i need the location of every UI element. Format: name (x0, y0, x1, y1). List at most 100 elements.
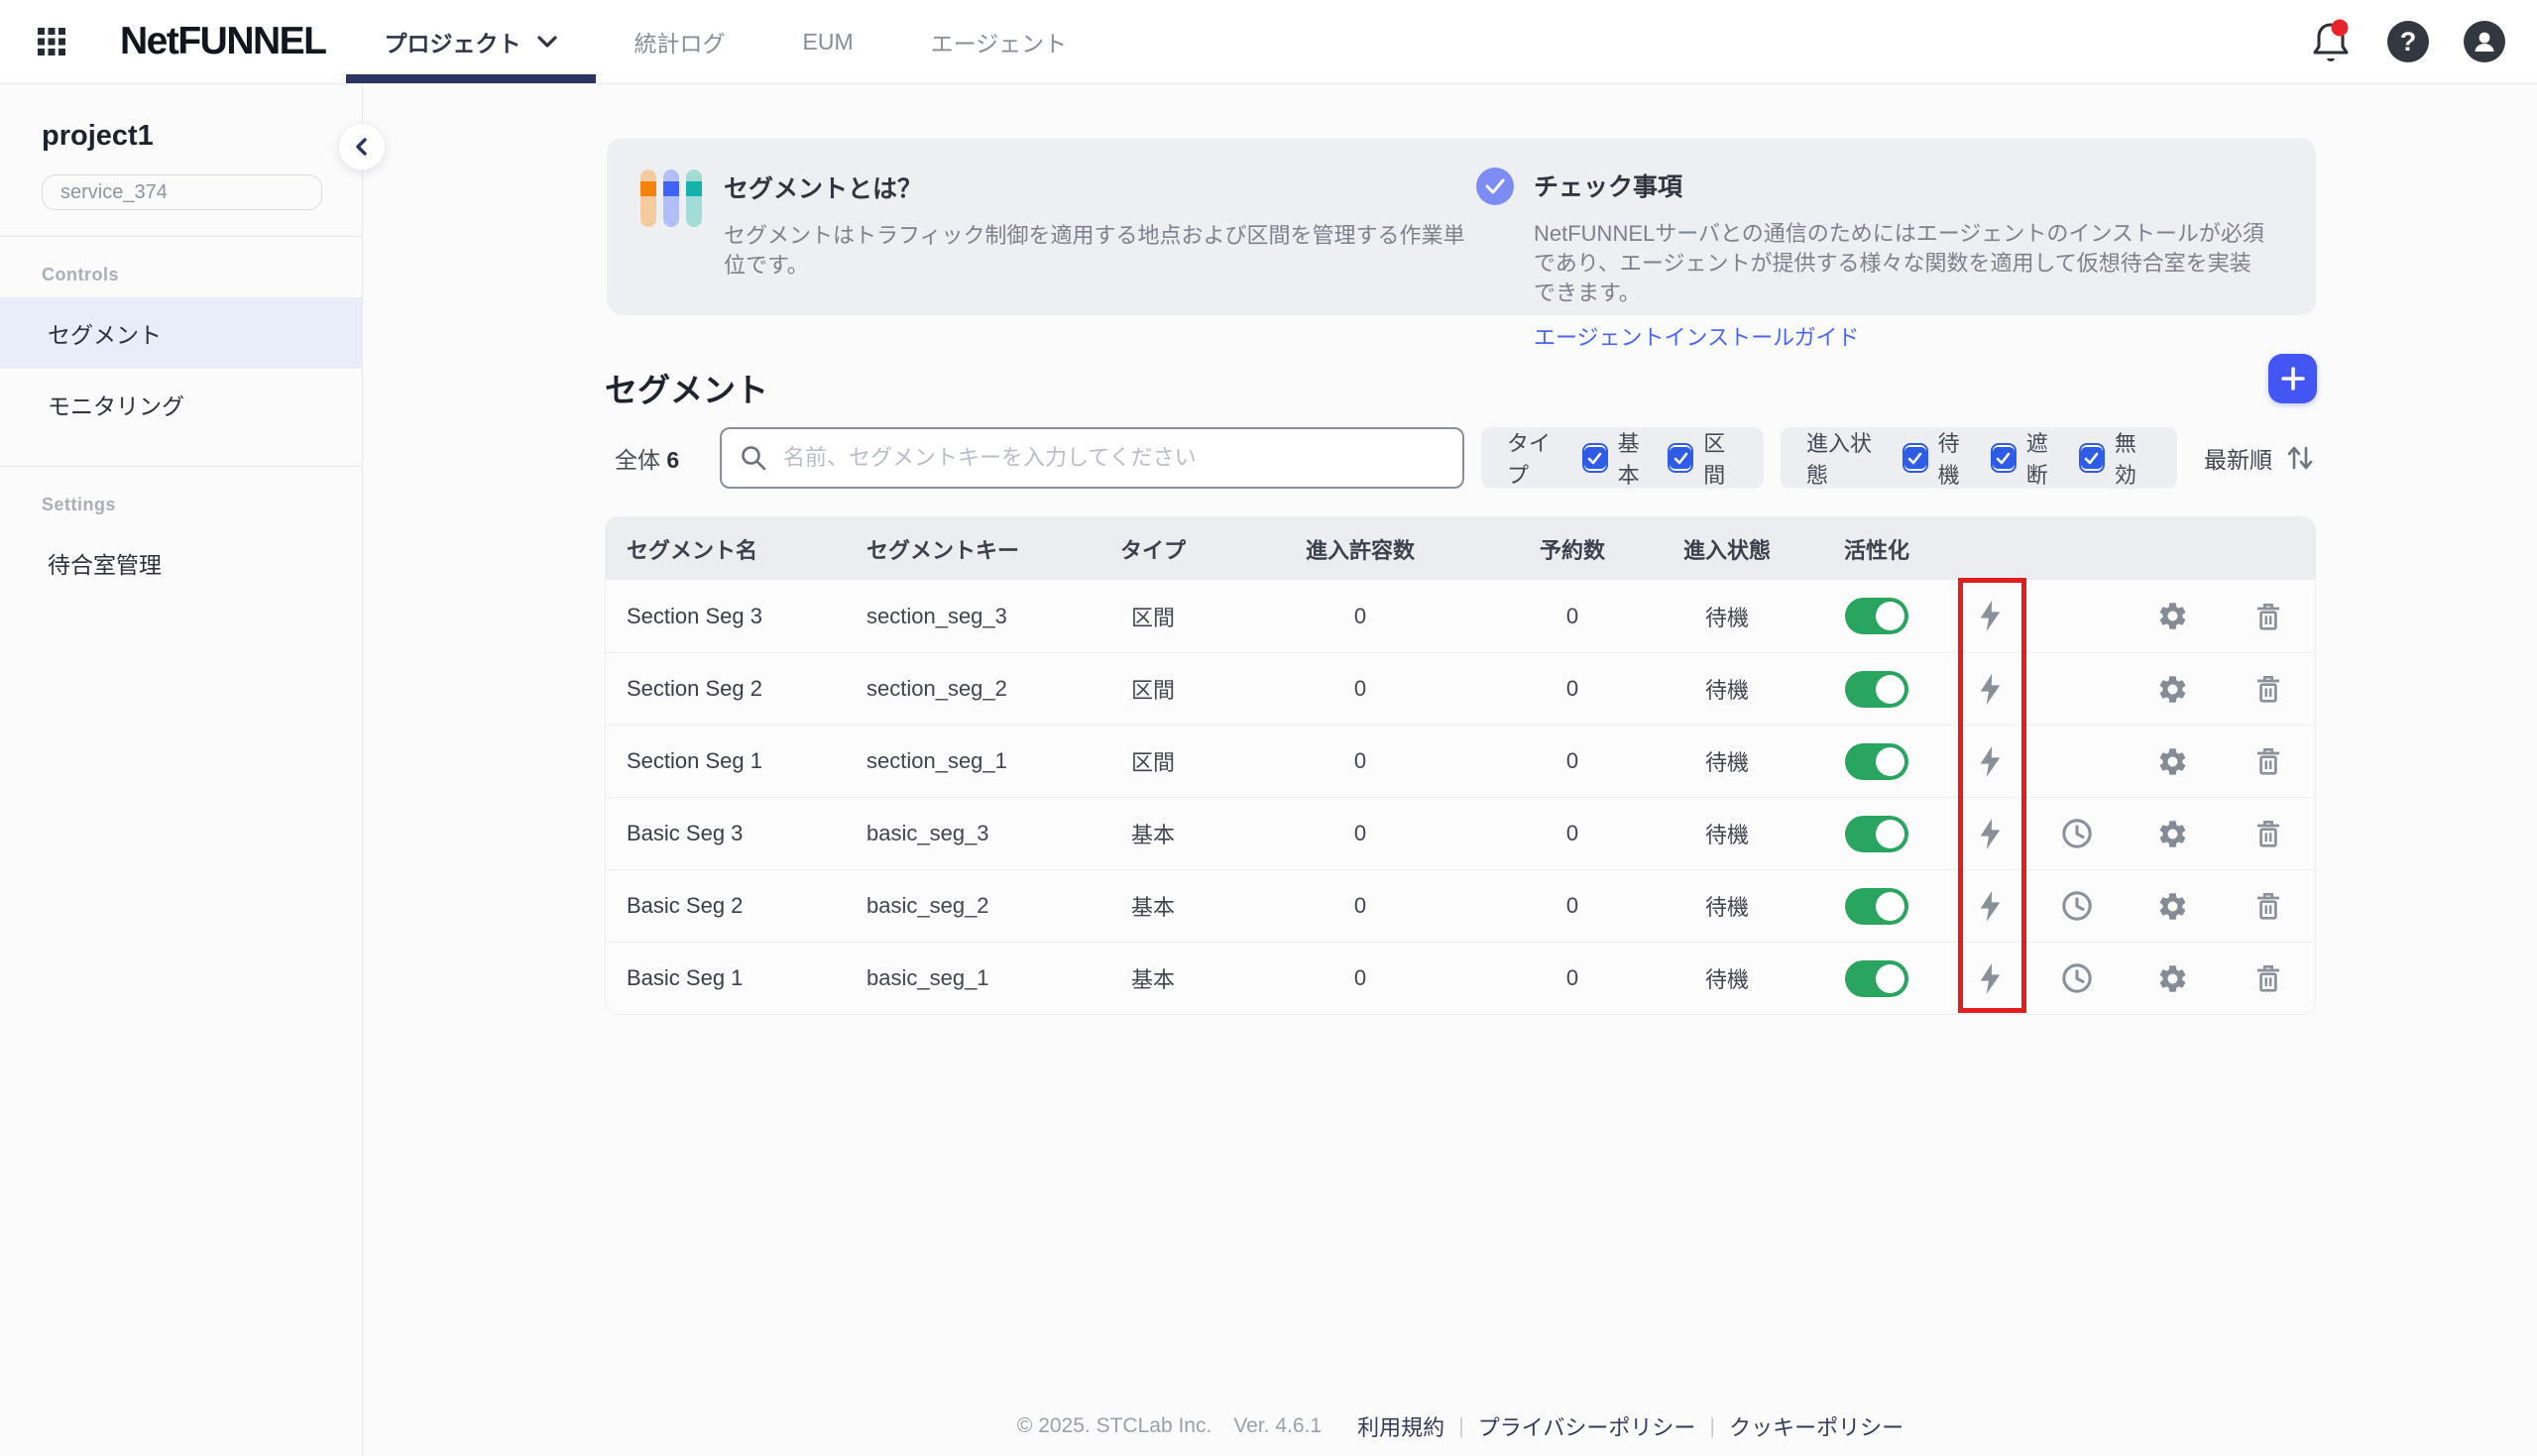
sidebar-collapse-button[interactable] (338, 123, 386, 170)
status-filter-label: 進入状態 (1806, 426, 1883, 490)
search-icon (740, 444, 767, 472)
segment-status: 待機 (1649, 818, 1805, 849)
type-filter-section[interactable]: 区間 (1668, 426, 1738, 490)
total-value: 6 (666, 447, 679, 473)
agent-install-guide-link[interactable]: エージェントインストールガイド (1534, 320, 1859, 352)
privacy-policy-link[interactable]: プライバシーポリシー (1478, 1410, 1696, 1442)
trash-icon[interactable] (2253, 818, 2283, 849)
clock-icon[interactable] (2060, 961, 2094, 995)
sort-label: 最新順 (2204, 441, 2272, 475)
type-filter-basic[interactable]: 基本 (1582, 426, 1653, 490)
status-filter-group: 進入状態 待機 遮断 無効 (1781, 427, 2177, 489)
bolt-icon[interactable] (1978, 819, 2003, 849)
segment-name: Basic Seg 1 (606, 965, 846, 991)
bolt-icon[interactable] (1978, 674, 2003, 705)
bolt-icon[interactable] (1978, 963, 2003, 994)
add-segment-button[interactable] (2268, 354, 2317, 403)
header-segment-name: セグメント名 (606, 533, 846, 565)
segment-type: 区間 (1082, 745, 1224, 777)
status-filter-disabled[interactable]: 無効 (2079, 426, 2151, 490)
banner-left-title: セグメントとは？ (724, 166, 1476, 205)
service-selector[interactable]: service_374 (42, 174, 322, 210)
segment-type: 基本 (1082, 818, 1224, 849)
segment-key: basic_seg_2 (846, 893, 1082, 919)
gear-icon[interactable] (2156, 745, 2189, 778)
segment-reserved-count: 0 (1496, 604, 1649, 629)
app-grid-icon[interactable] (29, 19, 74, 64)
activation-toggle-on[interactable] (1845, 888, 1908, 925)
gear-icon[interactable] (2156, 890, 2189, 923)
sidebar: project1 service_374 Controls セグメント モニタリ… (0, 84, 363, 1456)
sidebar-item-waiting-room[interactable]: 待合室管理 (0, 527, 362, 599)
gear-icon[interactable] (2156, 600, 2189, 632)
banner-right-title: チェック事項 (1534, 164, 2267, 203)
bolt-icon[interactable] (1978, 891, 2003, 922)
notification-bell-icon[interactable] (2309, 19, 2353, 64)
segment-type: 区間 (1082, 601, 1224, 632)
segment-allowed-count: 0 (1224, 604, 1496, 629)
sidebar-item-segment-label: セグメント (48, 316, 162, 350)
tab-stats-log-label: 統計ログ (634, 25, 726, 58)
sort-arrows-icon (2284, 443, 2316, 473)
tab-eum-label: EUM (803, 29, 854, 56)
tab-project[interactable]: プロジェクト (346, 0, 596, 83)
help-icon[interactable]: ? (2387, 21, 2429, 62)
total-count: 全体 6 (615, 441, 720, 475)
trash-icon[interactable] (2253, 745, 2283, 777)
gear-icon[interactable] (2156, 962, 2189, 995)
activation-toggle-on[interactable] (1845, 816, 1908, 852)
terms-link[interactable]: 利用規約 (1357, 1410, 1444, 1442)
topbar-actions: ? (2309, 19, 2537, 64)
footer-separator: | (1709, 1413, 1715, 1439)
sort-control[interactable]: 最新順 (2204, 441, 2316, 475)
activation-toggle-on[interactable] (1845, 598, 1908, 634)
status-filter-blocked[interactable]: 遮断 (1991, 426, 2063, 490)
clock-icon[interactable] (2060, 817, 2094, 850)
segment-reserved-count: 0 (1496, 821, 1649, 846)
search-input[interactable] (781, 444, 1444, 472)
table-row: Basic Seg 3 basic_seg_3 基本 0 0 待機 (606, 797, 2315, 869)
account-avatar-icon[interactable] (2464, 21, 2505, 62)
check-circle-icon (1476, 168, 1514, 205)
header-status: 進入状態 (1649, 533, 1805, 565)
gear-icon[interactable] (2156, 673, 2189, 706)
info-banner: セグメントとは？ セグメントはトラフィック制御を適用する地点および区間を管理する… (607, 138, 2316, 315)
checkbox-checked-icon (1582, 443, 1608, 473)
segment-name: Section Seg 2 (606, 676, 846, 702)
sidebar-item-segment[interactable]: セグメント (0, 297, 362, 369)
activation-toggle-on[interactable] (1845, 743, 1908, 780)
tab-agent[interactable]: エージェント (892, 0, 1106, 83)
segment-search (720, 427, 1464, 489)
bolt-icon[interactable] (1978, 601, 2003, 631)
activation-toggle-on[interactable] (1845, 671, 1908, 708)
checkbox-checked-icon (1991, 443, 2017, 473)
cookie-policy-link[interactable]: クッキーポリシー (1729, 1410, 1903, 1442)
trash-icon[interactable] (2253, 962, 2283, 994)
tab-project-label: プロジェクト (385, 25, 521, 58)
activation-toggle-on[interactable] (1845, 960, 1908, 997)
table-row: Basic Seg 2 basic_seg_2 基本 0 0 待機 (606, 869, 2315, 942)
segment-allowed-count: 0 (1224, 965, 1496, 991)
page-title: セグメント (605, 364, 768, 411)
netfunnel-logo[interactable]: NetFUNNEL (120, 20, 326, 63)
trash-icon[interactable] (2253, 601, 2283, 632)
tab-stats-log[interactable]: 統計ログ (596, 0, 764, 83)
segment-status: 待機 (1649, 745, 1805, 777)
clock-icon[interactable] (2060, 889, 2094, 923)
checkbox-checked-icon (1668, 443, 1693, 473)
copyright-text: © 2025. STCLab Inc. (1017, 1414, 1211, 1438)
trash-icon[interactable] (2253, 673, 2283, 705)
tab-eum[interactable]: EUM (764, 0, 892, 83)
segment-reserved-count: 0 (1496, 676, 1649, 702)
segment-reserved-count: 0 (1496, 893, 1649, 919)
status-filter-waiting[interactable]: 待機 (1903, 426, 1975, 490)
trash-icon[interactable] (2253, 890, 2283, 922)
banner-checklist: チェック事項 NetFUNNELサーバとの通信のためにはエージェントのインストー… (1476, 138, 2267, 315)
bolt-icon[interactable] (1978, 746, 2003, 777)
type-filter-section-label: 区間 (1703, 426, 1738, 490)
gear-icon[interactable] (2156, 818, 2189, 850)
sidebar-item-monitoring[interactable]: モニタリング (0, 369, 362, 440)
status-filter-disabled-label: 無効 (2115, 426, 2151, 490)
segment-status: 待機 (1649, 962, 1805, 994)
segment-type: 基本 (1082, 962, 1224, 994)
